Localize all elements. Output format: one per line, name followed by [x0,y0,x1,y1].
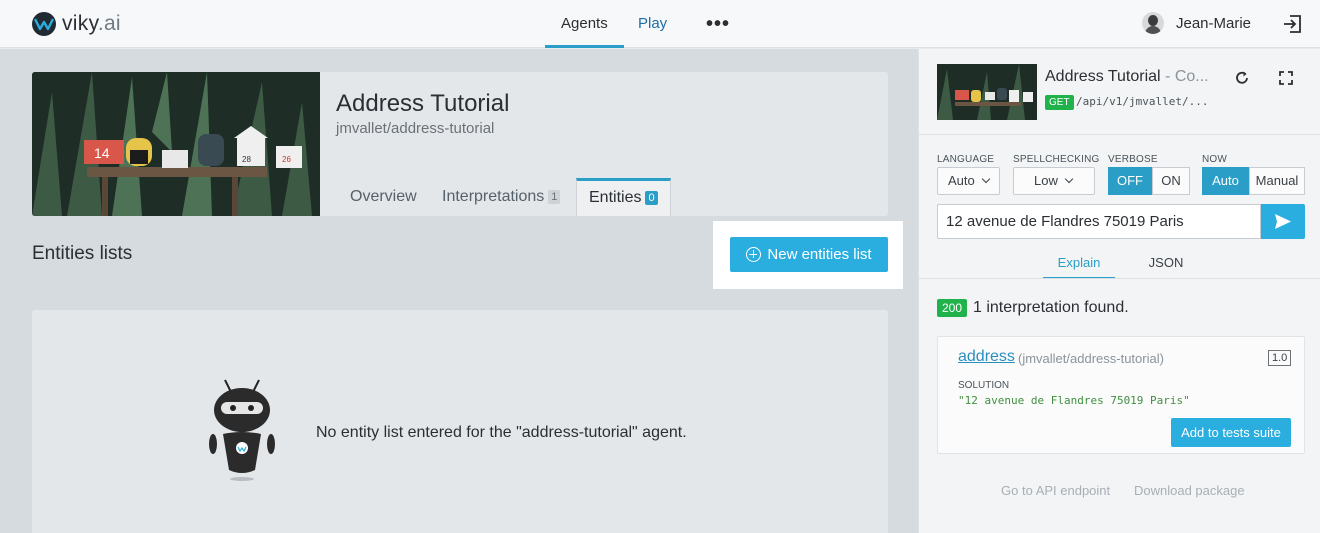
chevron-down-icon [981,174,990,184]
go-to-api-endpoint-link[interactable]: Go to API endpoint [1001,483,1110,498]
spellchecking-label: SPELLCHECKING [1013,154,1100,165]
send-icon [1275,214,1291,229]
panel-title-suffix: - Co... [1160,68,1209,85]
now-manual-toggle[interactable]: Manual [1249,167,1305,195]
tab-interpretations-label: Interpretations [442,188,545,205]
avatar [1142,12,1164,34]
robot-icon [207,378,277,482]
entities-count-badge: 0 [645,190,658,205]
panel-title-main: Address Tutorial [1045,68,1161,85]
language-value: Auto [948,173,975,188]
chevron-down-icon [1064,174,1074,184]
language-label: LANGUAGE [937,154,995,165]
spellchecking-value: Low [1034,173,1058,188]
nav-more-menu[interactable]: ••• [690,0,746,48]
logo-text: viky.ai [62,12,121,36]
agent-header-card: 14 28 26 Address Tutorial jmvallet/addre… [32,72,888,216]
interpretation-result-card: address (jmvallet/address-tutorial) 1.0 … [937,336,1305,454]
viky-logo-icon [32,12,56,36]
empty-state-card: No entity list entered for the "address-… [32,310,888,533]
http-method-badge: GET [1045,95,1074,110]
tab-interpretations[interactable]: Interpretations 1 [428,178,574,216]
plus-circle-icon [746,247,762,262]
tab-overview-label: Overview [350,188,417,205]
user-name: Jean-Marie [1176,14,1252,32]
interpretations-found-text: 1 interpretation found. [973,299,1129,316]
nav-play[interactable]: Play [622,0,683,48]
verbose-off-toggle[interactable]: OFF [1108,167,1152,195]
expand-icon[interactable] [1279,71,1293,85]
interpretations-count-badge: 1 [548,189,561,204]
tab-json[interactable]: JSON [1129,255,1203,279]
score-badge: 1.0 [1268,350,1292,366]
tab-entities-label: Entities [589,189,642,206]
main-content: 14 28 26 Address Tutorial jmvallet/addre… [0,49,918,533]
interpretation-name-link[interactable]: address [958,348,1015,366]
panel-header: Address Tutorial - Co... GET /api/v1/jmv… [919,49,1320,135]
tab-entities[interactable]: Entities 0 [576,178,671,216]
language-select[interactable]: Auto [937,167,1000,195]
panel-agent-thumbnail [937,64,1037,120]
agent-title: Address Tutorial [336,90,510,117]
empty-state-message: No entity list entered for the "address-… [316,424,687,441]
agent-image: 14 28 26 [32,72,320,216]
now-label: NOW [1202,154,1228,165]
interpretation-slug: (jmvallet/address-tutorial) [1018,351,1164,366]
solution-value: "12 avenue de Flandres 75019 Paris" [958,394,1190,407]
svg-text:26: 26 [282,155,291,164]
endpoint-url: /api/v1/jmvallet/... [1076,95,1209,108]
new-entities-list-button[interactable]: New entities list [730,237,888,272]
logout-icon[interactable] [1282,14,1302,34]
svg-text:28: 28 [242,155,251,164]
now-auto-toggle[interactable]: Auto [1202,167,1249,195]
verbose-label: VERBOSE [1108,154,1158,165]
user-menu[interactable]: Jean-Marie [1142,12,1251,34]
top-navbar: viky.ai Agents Play ••• Jean-Marie [0,0,1320,48]
viky-logo[interactable]: viky.ai [32,12,121,36]
panel-title: Address Tutorial - Co... [1045,68,1209,86]
query-input[interactable]: 12 avenue de Flandres 75019 Paris [937,204,1261,239]
tab-explain[interactable]: Explain [1043,255,1115,279]
entities-section-title: Entities lists [32,243,133,264]
nav-agents[interactable]: Agents [545,0,624,48]
tabs-divider [919,278,1320,279]
solution-label: SOLUTION [958,380,1010,391]
send-button[interactable] [1261,204,1305,239]
agent-slug: jmvallet/address-tutorial [336,120,495,137]
add-to-tests-suite-button[interactable]: Add to tests suite [1171,418,1291,447]
spellchecking-select[interactable]: Low [1013,167,1095,195]
verbose-on-toggle[interactable]: ON [1152,167,1190,195]
download-package-link[interactable]: Download package [1134,483,1245,498]
tab-overview[interactable]: Overview [336,178,431,216]
status-code-badge: 200 [937,299,968,317]
svg-text:14: 14 [94,145,110,161]
play-panel: Address Tutorial - Co... GET /api/v1/jmv… [918,49,1320,533]
refresh-icon[interactable] [1233,69,1251,87]
logo-main: viky [62,12,98,35]
logo-suffix: .ai [97,12,121,35]
new-entities-list-label: New entities list [767,246,872,263]
